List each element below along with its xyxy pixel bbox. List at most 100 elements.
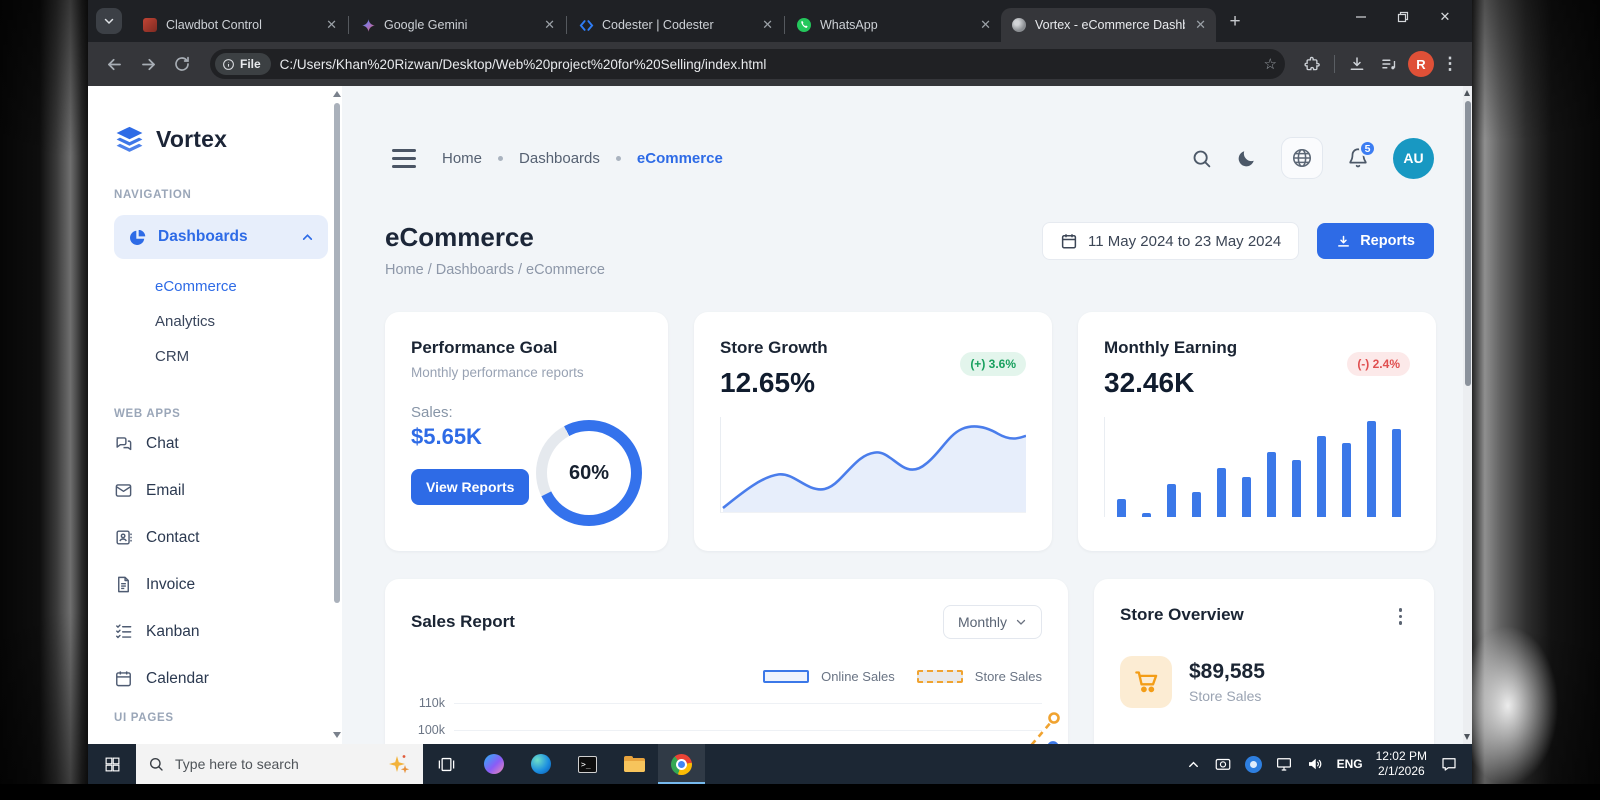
view-reports-button[interactable]: View Reports <box>411 469 529 505</box>
sidebar-item-invoice[interactable]: Invoice <box>114 561 328 608</box>
tab-gemini[interactable]: Google Gemini ✕ <box>350 8 565 42</box>
clock[interactable]: 12:02 PM 2/1/2026 <box>1376 749 1427 779</box>
reports-button[interactable]: Reports <box>1317 223 1434 259</box>
terminal-app-button[interactable]: >_ <box>564 744 611 784</box>
breadcrumb-home[interactable]: Home <box>442 150 482 167</box>
volume-icon[interactable] <box>1306 755 1324 773</box>
tab-whatsapp[interactable]: WhatsApp ✕ <box>786 8 1001 42</box>
scrollbar-thumb[interactable] <box>334 103 340 603</box>
sidebar-item-dashboards[interactable]: Dashboards <box>114 215 328 259</box>
windows-logo-icon <box>104 756 121 773</box>
language-indicator[interactable]: ENG <box>1337 757 1363 771</box>
network-icon[interactable] <box>1275 755 1293 773</box>
forward-button[interactable] <box>134 50 162 78</box>
scrollbar-thumb[interactable] <box>1465 101 1471 386</box>
breadcrumb-ecommerce[interactable]: eCommerce <box>637 150 723 167</box>
reload-button[interactable] <box>168 50 196 78</box>
window-restore-button[interactable] <box>1382 0 1424 34</box>
taskbar-search[interactable]: Type here to search <box>136 744 423 784</box>
tab-search-button[interactable] <box>96 8 122 34</box>
tab-vortex-active[interactable]: Vortex - eCommerce Dashb ✕ <box>1001 8 1216 42</box>
sidebar-item-contact[interactable]: Contact <box>114 514 328 561</box>
action-center-icon[interactable] <box>1440 755 1458 773</box>
chevron-up-icon <box>301 231 314 244</box>
card-title: Performance Goal <box>411 338 642 358</box>
page-content: Vortex NAVIGATION Dashboards eCommerce A… <box>88 86 1472 744</box>
backdrop-blur-right <box>1472 0 1600 784</box>
breadcrumb: Home Dashboards eCommerce <box>442 150 723 167</box>
scroll-up-arrow-icon[interactable] <box>1464 90 1470 96</box>
brand: Vortex <box>114 124 328 155</box>
file-scheme-chip[interactable]: File <box>215 53 271 75</box>
card-title: Sales Report <box>411 612 515 632</box>
task-view-button[interactable] <box>423 744 470 784</box>
period-dropdown[interactable]: Monthly <box>943 605 1042 639</box>
tab-close-icon[interactable]: ✕ <box>324 17 339 33</box>
sidebar-item-kanban[interactable]: Kanban <box>114 608 328 655</box>
dark-mode-moon-icon[interactable] <box>1236 148 1257 169</box>
tab-close-icon[interactable]: ✕ <box>978 17 993 33</box>
start-button[interactable] <box>88 744 136 784</box>
snip-camera-icon[interactable] <box>1214 755 1232 773</box>
window-minimize-button[interactable] <box>1340 0 1382 34</box>
online-sales-swatch <box>763 670 809 683</box>
browser-profile-avatar[interactable]: R <box>1408 51 1434 77</box>
window-close-button[interactable]: ✕ <box>1424 0 1466 34</box>
sidebar-item-label: Chat <box>146 435 179 453</box>
tab-close-icon[interactable]: ✕ <box>760 17 775 33</box>
vortex-favicon <box>1011 17 1027 33</box>
command-prompt-icon: >_ <box>578 756 597 773</box>
downloads-icon[interactable] <box>1344 51 1370 77</box>
search-icon[interactable] <box>1191 148 1212 169</box>
tab-strip: Clawdbot Control ✕ Google Gemini ✕ Codes… <box>88 0 1472 42</box>
sidebar: Vortex NAVIGATION Dashboards eCommerce A… <box>88 86 342 744</box>
sidebar-item-chat[interactable]: Chat <box>114 420 328 467</box>
date-range-picker[interactable]: 11 May 2024 to 23 May 2024 <box>1042 222 1299 260</box>
sidebar-item-calendar[interactable]: Calendar <box>114 655 328 702</box>
edge-app-button[interactable] <box>517 744 564 784</box>
store-growth-value: 12.65% <box>720 367 828 399</box>
folder-icon <box>624 756 645 772</box>
pie-chart-icon <box>128 228 147 247</box>
hamburger-menu-icon[interactable] <box>392 149 416 168</box>
system-tray: ENG 12:02 PM 2/1/2026 <box>1186 744 1472 784</box>
sidebar-scrollbar[interactable] <box>333 86 341 744</box>
tab-close-icon[interactable]: ✕ <box>1193 17 1208 33</box>
hidden-icons-chevron-icon[interactable] <box>1186 757 1201 772</box>
tab-separator <box>784 16 785 34</box>
card-menu-kebab-icon[interactable] <box>1393 605 1409 628</box>
tab-codester[interactable]: Codester | Codester ✕ <box>568 8 783 42</box>
browser-menu-kebab-icon[interactable]: ⋮ <box>1440 54 1460 74</box>
copilot-app-button[interactable] <box>470 744 517 784</box>
bookmark-star-icon[interactable]: ☆ <box>1264 55 1277 73</box>
back-button[interactable] <box>100 50 128 78</box>
tab-close-icon[interactable]: ✕ <box>542 17 557 33</box>
donut-percent-label: 60% <box>569 462 609 485</box>
user-avatar[interactable]: AU <box>1393 138 1434 179</box>
sidebar-item-analytics[interactable]: Analytics <box>114 304 328 339</box>
scroll-down-arrow-icon[interactable] <box>1464 734 1470 740</box>
file-explorer-button[interactable] <box>611 744 658 784</box>
new-tab-button[interactable]: + <box>1220 8 1250 36</box>
sales-label: Sales: <box>411 404 536 421</box>
breadcrumb-dashboards[interactable]: Dashboards <box>519 150 600 167</box>
address-bar[interactable]: File C:/Users/Khan%20Rizwan/Desktop/Web%… <box>210 49 1285 79</box>
tab-clawdbot[interactable]: Clawdbot Control ✕ <box>132 8 347 42</box>
copilot-icon <box>484 754 504 774</box>
sidebar-item-crm[interactable]: CRM <box>114 339 328 374</box>
tab-title: Google Gemini <box>384 18 534 32</box>
chrome-app-button[interactable] <box>658 744 705 784</box>
notifications-bell-button[interactable]: 5 <box>1347 147 1369 169</box>
language-globe-button[interactable] <box>1281 137 1323 179</box>
media-playlist-icon[interactable] <box>1376 51 1402 77</box>
extensions-icon[interactable] <box>1299 51 1325 77</box>
update-tray-icon[interactable] <box>1245 756 1262 773</box>
sidebar-item-label: Contact <box>146 529 199 547</box>
web-apps-section-label: WEB APPS <box>114 408 328 420</box>
page-scrollbar[interactable] <box>1463 86 1472 744</box>
scroll-down-arrow-icon[interactable] <box>333 732 341 738</box>
sidebar-item-ecommerce[interactable]: eCommerce <box>114 269 328 304</box>
scroll-up-arrow-icon[interactable] <box>333 91 341 97</box>
sidebar-item-email[interactable]: Email <box>114 467 328 514</box>
info-icon <box>222 58 235 71</box>
